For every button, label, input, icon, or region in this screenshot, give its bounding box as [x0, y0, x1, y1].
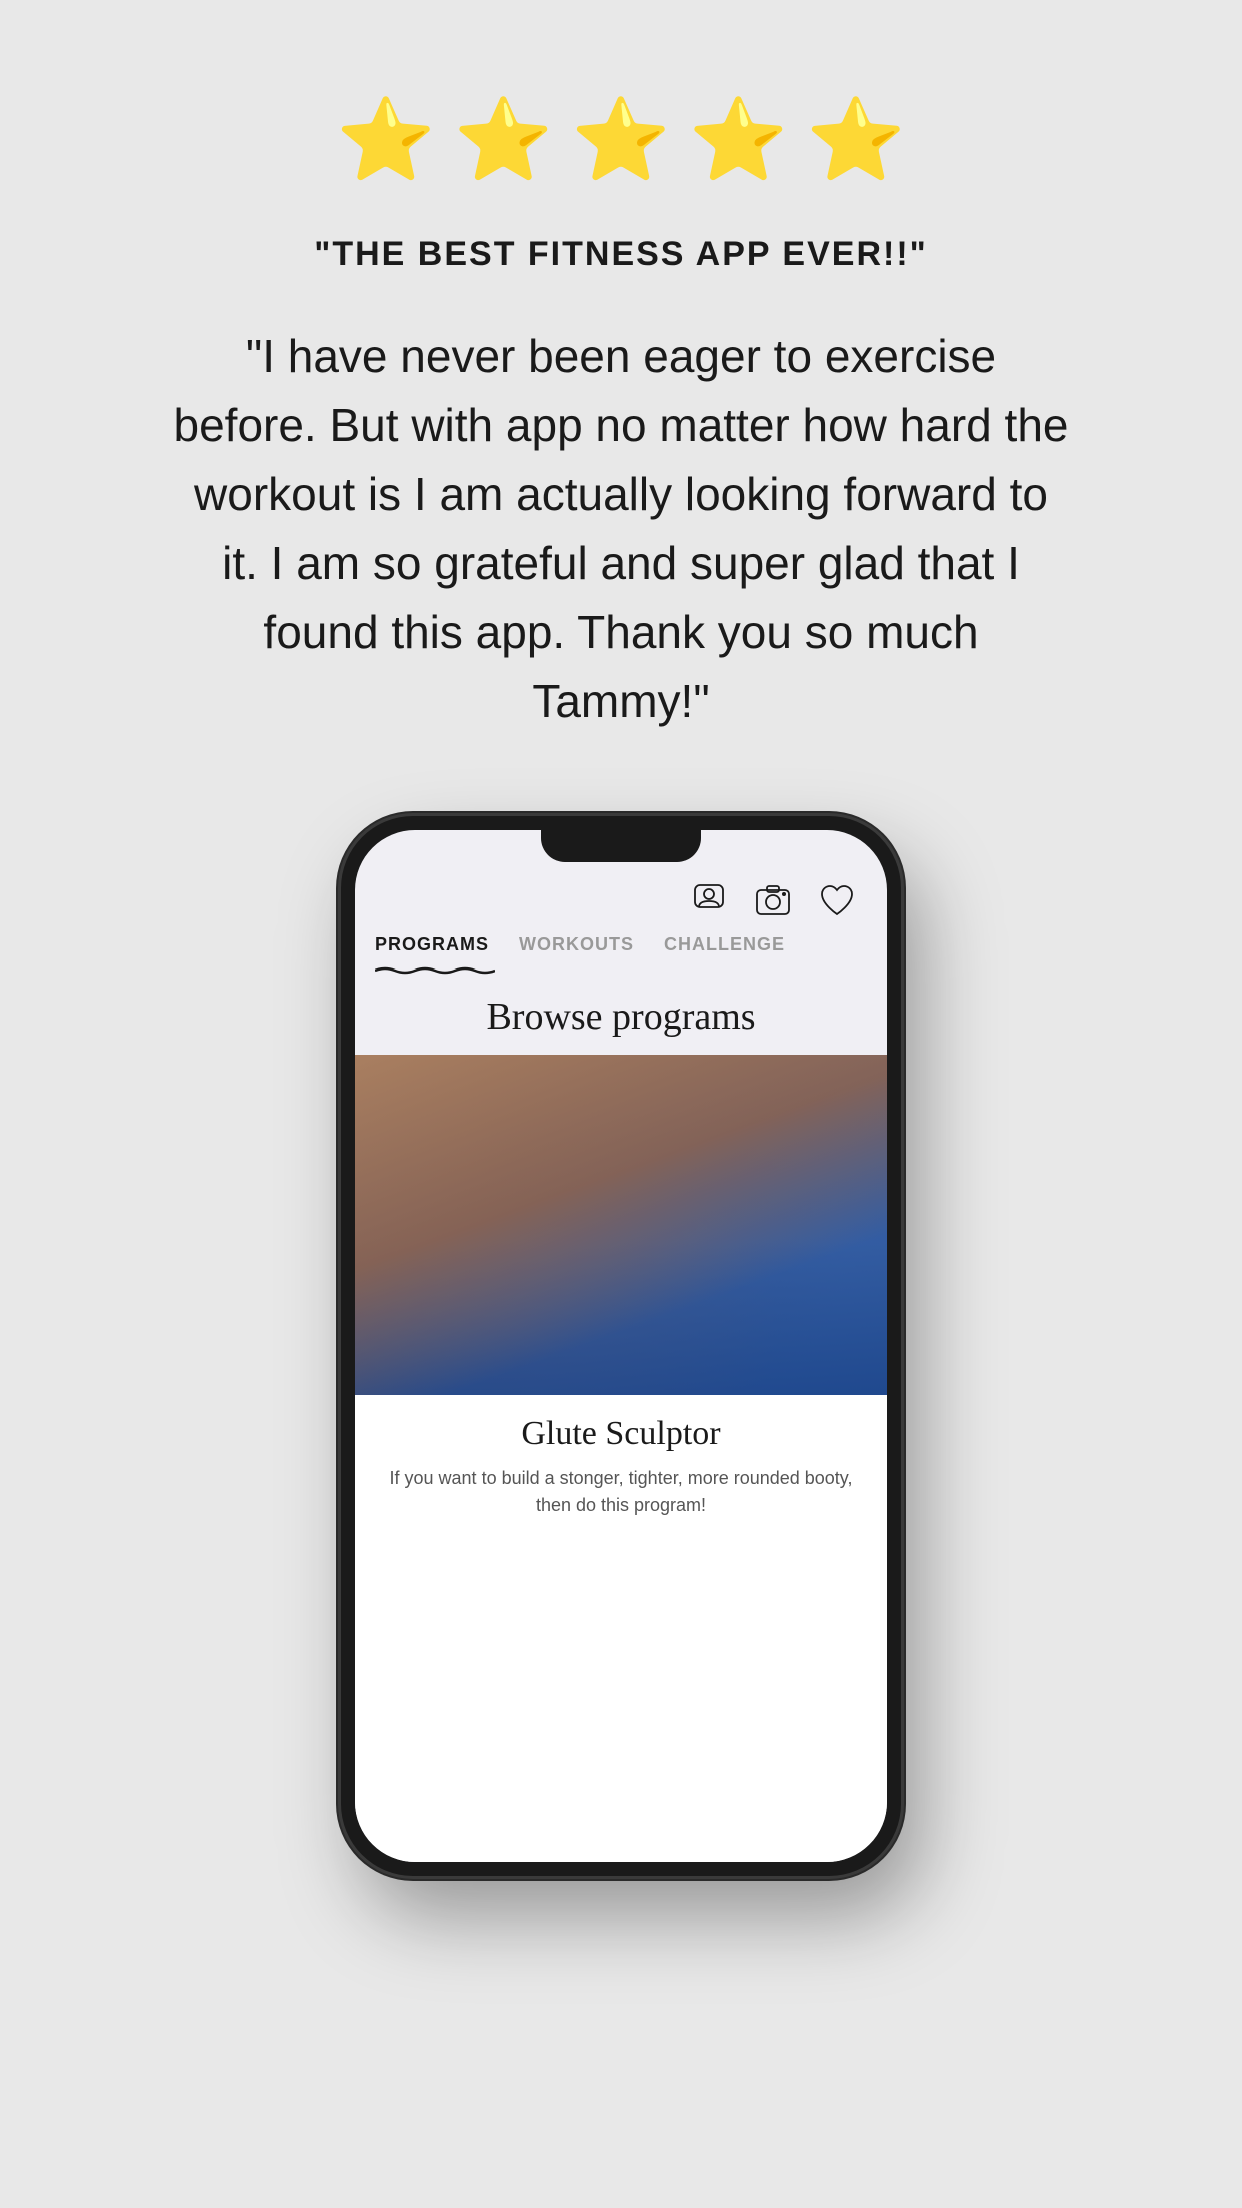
phone-content: PROGRAMS WORKOUTS CHALLENGE Browse progr… — [355, 830, 887, 1862]
star-1: ⭐ — [336, 100, 436, 180]
browse-title: Browse programs — [355, 983, 887, 1055]
program-name: Glute Sculptor — [379, 1415, 863, 1453]
camera-icon[interactable] — [751, 878, 795, 922]
review-body: "I have never been eager to exercise bef… — [171, 322, 1071, 736]
program-image — [355, 1055, 887, 1395]
review-title: "THE BEST FITNESS APP EVER!!" — [314, 235, 928, 274]
stars-row: ⭐ ⭐ ⭐ ⭐ ⭐ — [336, 100, 906, 180]
heart-icon[interactable] — [815, 878, 859, 922]
star-5: ⭐ — [806, 100, 906, 180]
phone-notch — [541, 830, 701, 862]
profile-icon[interactable] — [687, 878, 731, 922]
tab-programs[interactable]: PROGRAMS — [375, 934, 489, 965]
tab-workouts[interactable]: WORKOUTS — [519, 934, 634, 965]
phone-section: PROGRAMS WORKOUTS CHALLENGE Browse progr… — [0, 796, 1242, 2208]
nav-tabs: PROGRAMS WORKOUTS CHALLENGE — [355, 934, 887, 965]
star-3: ⭐ — [571, 100, 671, 180]
top-section: ⭐ ⭐ ⭐ ⭐ ⭐ "THE BEST FITNESS APP EVER!!" … — [0, 0, 1242, 796]
program-info: Glute Sculptor If you want to build a st… — [355, 1395, 887, 1535]
figure-silhouette — [355, 1055, 887, 1395]
tab-challenge[interactable]: CHALLENGE — [664, 934, 785, 965]
star-2: ⭐ — [454, 100, 554, 180]
program-card: Glute Sculptor If you want to build a st… — [355, 1055, 887, 1862]
program-description: If you want to build a stonger, tighter,… — [379, 1465, 863, 1519]
phone-inner: PROGRAMS WORKOUTS CHALLENGE Browse progr… — [355, 830, 887, 1862]
star-4: ⭐ — [689, 100, 789, 180]
app-icons-row — [355, 870, 887, 934]
phone-frame: PROGRAMS WORKOUTS CHALLENGE Browse progr… — [341, 816, 901, 1876]
